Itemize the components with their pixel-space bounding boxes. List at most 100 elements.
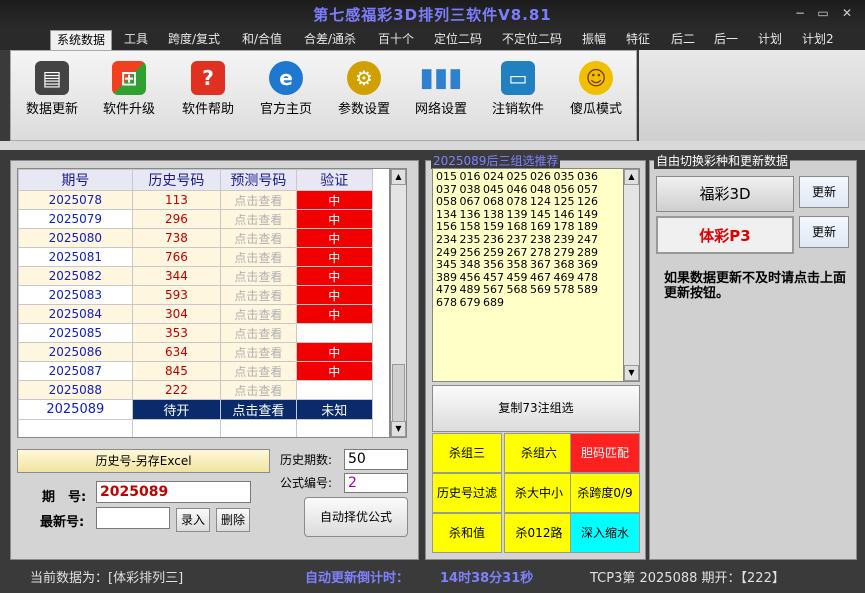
history-number-cell: 296 bbox=[131, 209, 222, 229]
close-icon[interactable]: ✕ bbox=[838, 5, 856, 21]
prediction-cell[interactable]: 点击查看 bbox=[220, 342, 297, 362]
lottery-p3-button[interactable]: 体彩P3 bbox=[656, 216, 794, 254]
delete-button[interactable]: 删除 bbox=[216, 508, 250, 532]
tab-sum[interactable]: 和/合值 bbox=[236, 30, 288, 50]
lottery-fc3d-button[interactable]: 福彩3D bbox=[656, 176, 794, 212]
tab-tools[interactable]: 工具 bbox=[118, 30, 154, 50]
prediction-cell[interactable]: 点击查看 bbox=[220, 228, 297, 248]
minimize-icon[interactable]: − bbox=[791, 5, 809, 21]
tab-plan2[interactable]: 计划2 bbox=[796, 30, 840, 50]
update-fc3d-button[interactable]: 更新 bbox=[799, 176, 849, 208]
history-number-cell: 593 bbox=[131, 285, 222, 305]
update-p3-button[interactable]: 更新 bbox=[799, 216, 849, 248]
tab-last-two[interactable]: 后二 bbox=[665, 30, 701, 50]
maximize-icon[interactable]: ▭ bbox=[814, 5, 832, 21]
filter-button-3[interactable]: 历史号过滤 bbox=[432, 473, 502, 513]
table-row: 2025084 304 点击查看中 bbox=[18, 304, 374, 324]
window-title: 第七感福彩3D排列三软件V8.81 bbox=[313, 6, 552, 24]
verify-cell: 中 bbox=[295, 266, 374, 286]
period-cell: 2025086 bbox=[18, 342, 133, 362]
prediction-cell[interactable]: 点击查看 bbox=[220, 247, 297, 267]
filter-button-2[interactable]: 胆码匹配 bbox=[570, 433, 640, 473]
help-icon: ? bbox=[191, 61, 225, 95]
filter-button-0[interactable]: 杀组三 bbox=[432, 433, 502, 473]
period-input[interactable]: 2025089 bbox=[96, 481, 251, 503]
table-row-pending: 2025089 待开 点击查看 未知 bbox=[18, 399, 374, 420]
filter-button-1[interactable]: 杀组六 bbox=[504, 433, 574, 473]
tab-digits[interactable]: 百十个 bbox=[372, 30, 420, 50]
scroll-up-icon[interactable]: ▲ bbox=[391, 169, 406, 185]
verify-cell: 中 bbox=[295, 304, 374, 324]
latest-draw-status: TCP3第 2025088 期开：【222】 bbox=[590, 571, 785, 586]
prediction-cell[interactable]: 点击查看 bbox=[220, 190, 297, 210]
history-number-cell: 待开 bbox=[131, 399, 222, 420]
enter-button[interactable]: 录入 bbox=[176, 508, 210, 532]
verify-cell: 中 bbox=[295, 228, 374, 248]
official-homepage-button[interactable]: e 官方主页 bbox=[255, 61, 317, 117]
prediction-cell[interactable]: 点击查看 bbox=[220, 304, 297, 324]
filter-button-7[interactable]: 杀012路 bbox=[504, 513, 574, 553]
filter-button-8[interactable]: 深入缩水 bbox=[570, 513, 640, 553]
table-row: 2025087 845 点击查看中 bbox=[18, 361, 374, 381]
tab-diff-kill[interactable]: 合差/通杀 bbox=[298, 30, 362, 50]
header-prediction: 预测号码 bbox=[220, 169, 297, 191]
filter-button-4[interactable]: 杀大中小 bbox=[504, 473, 574, 513]
parameter-settings-button[interactable]: ⚙ 参数设置 bbox=[333, 61, 395, 117]
newest-input[interactable] bbox=[96, 507, 170, 529]
verify-cell: 中 bbox=[295, 285, 374, 305]
tab-last-one[interactable]: 后一 bbox=[708, 30, 744, 50]
recommend-list: 015 016 024 025 026 035 036 037 038 045 … bbox=[432, 168, 624, 382]
tab-feature[interactable]: 特征 bbox=[620, 30, 656, 50]
scroll-thumb[interactable] bbox=[392, 364, 405, 422]
tab-position-two[interactable]: 定位二码 bbox=[428, 30, 488, 50]
current-data-status: 当前数据为：[体彩排列三] bbox=[30, 571, 184, 586]
data-update-button[interactable]: ▤ 数据更新 bbox=[21, 61, 83, 117]
copy-combo-button[interactable]: 复制73注组选 bbox=[432, 385, 640, 432]
scroll-up-icon[interactable]: ▲ bbox=[624, 169, 639, 185]
period-cell: 2025079 bbox=[18, 209, 133, 229]
prediction-cell[interactable]: 点击查看 bbox=[220, 361, 297, 381]
history-count-input[interactable]: 50 bbox=[344, 449, 408, 470]
tab-amplitude[interactable]: 振幅 bbox=[576, 30, 612, 50]
header-history: 历史号码 bbox=[131, 169, 222, 191]
prediction-cell[interactable]: 点击查看 bbox=[220, 323, 297, 343]
network-settings-button[interactable]: ▮▮▮ 网络设置 bbox=[410, 61, 472, 117]
scroll-down-icon[interactable]: ▼ bbox=[624, 365, 639, 381]
tab-span-duplex[interactable]: 跨度/复式 bbox=[162, 30, 226, 50]
table-scrollbar[interactable]: ▲ ▼ bbox=[390, 168, 407, 438]
switch-title: 自由切换彩种和更新数据 bbox=[654, 152, 791, 169]
filter-button-6[interactable]: 杀和值 bbox=[432, 513, 502, 553]
tab-system-data[interactable]: 系统数据 bbox=[50, 30, 113, 50]
history-number-cell: 845 bbox=[131, 361, 222, 381]
prediction-cell[interactable]: 点击查看 bbox=[220, 266, 297, 286]
history-number-cell: 113 bbox=[131, 190, 222, 210]
software-help-button[interactable]: ? 软件帮助 bbox=[177, 61, 239, 117]
ribbon-filler bbox=[639, 50, 865, 141]
recommend-scrollbar[interactable]: ▲ ▼ bbox=[623, 168, 640, 382]
prediction-cell[interactable]: 点击查看 bbox=[220, 285, 297, 305]
prediction-cell[interactable]: 点击查看 bbox=[220, 399, 297, 420]
prediction-cell[interactable]: 点击查看 bbox=[220, 380, 297, 400]
menu-bar: 系统数据 工具 跨度/复式 和/合值 合差/通杀 百十个 定位二码 不定位二码 … bbox=[0, 28, 865, 50]
export-excel-button[interactable]: 历史号-另存Excel bbox=[17, 449, 270, 473]
separator-strip bbox=[0, 141, 865, 150]
monitor-icon: ▭ bbox=[501, 61, 535, 95]
filter-button-5[interactable]: 杀跨度0/9 bbox=[570, 473, 640, 513]
header-verify: 验证 bbox=[295, 169, 374, 191]
software-upgrade-button[interactable]: ⊞ 软件升级 bbox=[98, 61, 160, 117]
empty-cell bbox=[131, 419, 222, 437]
title-bar: 第七感福彩3D排列三软件V8.81 − ▭ ✕ bbox=[0, 0, 865, 28]
auto-formula-button[interactable]: 自动择优公式 bbox=[304, 497, 408, 537]
prediction-cell[interactable]: 点击查看 bbox=[220, 209, 297, 229]
period-cell: 2025083 bbox=[18, 285, 133, 305]
simple-mode-button[interactable]: ☺ 傻瓜模式 bbox=[565, 61, 627, 117]
period-label: 期 号: bbox=[42, 490, 87, 505]
formula-input[interactable]: 2 bbox=[344, 473, 408, 493]
empty-cell bbox=[18, 419, 133, 437]
scroll-down-icon[interactable]: ▼ bbox=[391, 421, 406, 437]
tab-plan[interactable]: 计划 bbox=[752, 30, 788, 50]
tab-nonposition-two[interactable]: 不定位二码 bbox=[496, 30, 568, 50]
logout-software-button[interactable]: ▭ 注销软件 bbox=[487, 61, 549, 117]
bar-chart-icon: ▮▮▮ bbox=[419, 63, 463, 93]
period-cell: 2025085 bbox=[18, 323, 133, 343]
